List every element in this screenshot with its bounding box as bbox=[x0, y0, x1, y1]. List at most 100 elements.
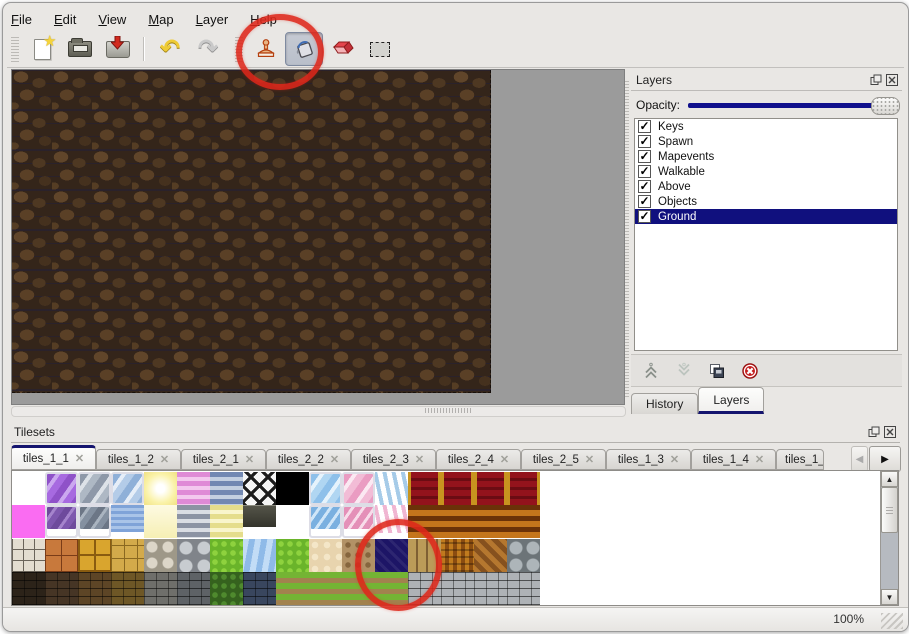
map-horizontal-scrollbar[interactable] bbox=[11, 406, 626, 417]
tab-close-icon[interactable]: ✕ bbox=[245, 453, 254, 466]
tab-close-icon[interactable]: ✕ bbox=[670, 453, 679, 466]
opacity-slider-track[interactable] bbox=[688, 103, 894, 108]
scroll-up-icon[interactable]: ▲ bbox=[881, 471, 898, 487]
tile-sign[interactable] bbox=[243, 505, 276, 538]
layer-visibility-checkbox[interactable]: ✓ bbox=[638, 135, 651, 148]
layer-row-above[interactable]: ✓Above bbox=[635, 179, 897, 194]
tile-wall-graybrick[interactable] bbox=[507, 572, 540, 605]
tile-glass-pink[interactable] bbox=[342, 472, 375, 505]
tileset-tab-tiles_2_1[interactable]: tiles_2_1✕ bbox=[181, 449, 266, 470]
tile-carpet-red[interactable] bbox=[441, 472, 474, 505]
tile-stone-white[interactable] bbox=[12, 539, 45, 572]
map-viewport[interactable] bbox=[11, 69, 625, 405]
layer-visibility-checkbox[interactable]: ✓ bbox=[638, 165, 651, 178]
layer-visibility-checkbox[interactable]: ✓ bbox=[638, 210, 651, 223]
tileset-tab-tiles_1_3[interactable]: tiles_1_3✕ bbox=[606, 449, 691, 470]
tab-close-icon[interactable]: ✕ bbox=[75, 452, 84, 465]
tab-close-icon[interactable]: ✕ bbox=[755, 453, 764, 466]
resize-grip[interactable] bbox=[881, 613, 903, 629]
tile-grass-path[interactable] bbox=[375, 572, 408, 605]
tab-layers[interactable]: Layers bbox=[698, 387, 764, 414]
tile-wall-verydark[interactable] bbox=[12, 572, 45, 605]
tile-grass-path[interactable] bbox=[342, 572, 375, 605]
tile-wall-graybrick[interactable] bbox=[441, 572, 474, 605]
redo-button[interactable]: ↷ bbox=[189, 32, 227, 66]
tile-stripes-pink[interactable] bbox=[177, 472, 210, 505]
tile-grass[interactable] bbox=[276, 539, 309, 572]
tile-glass-purple[interactable] bbox=[45, 472, 78, 505]
tab-history[interactable]: History bbox=[631, 393, 698, 414]
tile-wall-graystone[interactable] bbox=[144, 572, 177, 605]
layer-row-walkable[interactable]: ✓Walkable bbox=[635, 164, 897, 179]
tile-herringbone[interactable] bbox=[474, 539, 507, 572]
rect-select-tool-button[interactable] bbox=[361, 32, 399, 66]
tile-carpet-orange[interactable] bbox=[441, 505, 474, 538]
tile-wall-brown[interactable] bbox=[78, 572, 111, 605]
tile-glass-pink2[interactable] bbox=[342, 505, 375, 538]
tile-tiles-orange[interactable] bbox=[45, 539, 78, 572]
tile-stripes-gray[interactable] bbox=[177, 505, 210, 538]
tile-hedge[interactable] bbox=[210, 572, 243, 605]
menu-item-map[interactable]: Map bbox=[148, 12, 173, 27]
layer-visibility-checkbox[interactable]: ✓ bbox=[638, 195, 651, 208]
tile-dirt[interactable] bbox=[342, 539, 375, 572]
tile-carpet-orange[interactable] bbox=[408, 505, 441, 538]
tile-carpet-red[interactable] bbox=[408, 472, 441, 505]
new-file-button[interactable]: ★ bbox=[23, 32, 61, 66]
layer-row-ground[interactable]: ✓Ground bbox=[635, 209, 897, 224]
tile-carpet-orange[interactable] bbox=[507, 505, 540, 538]
tileset-tab-tiles_1_1[interactable]: tiles_1_1✕ bbox=[11, 445, 96, 470]
close-panel-icon[interactable] bbox=[885, 73, 898, 86]
tile-magenta[interactable] bbox=[12, 505, 45, 538]
tileset-tab-tiles_2_2[interactable]: tiles_2_2✕ bbox=[266, 449, 351, 470]
tile-rocks[interactable] bbox=[507, 539, 540, 572]
tileset-tab-tiles_1[interactable]: tiles_1_ bbox=[776, 449, 824, 470]
float-panel-icon[interactable] bbox=[869, 73, 882, 86]
layer-row-keys[interactable]: ✓Keys bbox=[635, 119, 897, 134]
tile-empty[interactable] bbox=[12, 472, 45, 505]
map-hscroll-thumb[interactable] bbox=[425, 408, 473, 413]
tile-glass-lightblue2[interactable] bbox=[309, 505, 342, 538]
move-layer-up-button[interactable] bbox=[641, 361, 661, 381]
tile-glass-gray[interactable] bbox=[78, 472, 111, 505]
tile-water-light[interactable] bbox=[243, 539, 276, 572]
dock-splitter[interactable] bbox=[625, 79, 629, 397]
tab-close-icon[interactable]: ✕ bbox=[415, 453, 424, 466]
tile-wall-blue[interactable] bbox=[243, 572, 276, 605]
map-canvas[interactable] bbox=[12, 70, 491, 393]
tile-grass-path[interactable] bbox=[276, 572, 309, 605]
tileset-tab-tiles_1_2[interactable]: tiles_1_2✕ bbox=[96, 449, 181, 470]
tile-tiles-gold[interactable] bbox=[78, 539, 111, 572]
tile-glass-lightblue[interactable] bbox=[309, 472, 342, 505]
tile-glass-blue[interactable] bbox=[111, 472, 144, 505]
tile-weave[interactable] bbox=[441, 539, 474, 572]
tab-scroll-left-icon[interactable]: ◀ bbox=[851, 446, 868, 472]
layer-row-mapevents[interactable]: ✓Mapevents bbox=[635, 149, 897, 164]
toolbar-grip[interactable] bbox=[11, 36, 19, 62]
tile-lattice[interactable] bbox=[243, 472, 276, 505]
tab-close-icon[interactable]: ✕ bbox=[160, 453, 169, 466]
menu-item-file[interactable]: File bbox=[11, 12, 32, 27]
tile-wall-graybrick[interactable] bbox=[474, 572, 507, 605]
layer-row-spawn[interactable]: ✓Spawn bbox=[635, 134, 897, 149]
tile-carpet-red[interactable] bbox=[507, 472, 540, 505]
tile-stripes-blue[interactable] bbox=[210, 472, 243, 505]
opacity-slider-handle[interactable] bbox=[871, 97, 900, 115]
tile-grass-path[interactable] bbox=[309, 572, 342, 605]
tile-wall-gray2[interactable] bbox=[177, 572, 210, 605]
open-button[interactable] bbox=[61, 32, 99, 66]
tab-close-icon[interactable]: ✕ bbox=[500, 453, 509, 466]
layer-visibility-checkbox[interactable]: ✓ bbox=[638, 180, 651, 193]
fill-tool-button[interactable] bbox=[285, 32, 323, 66]
tileset-tab-tiles_2_3[interactable]: tiles_2_3✕ bbox=[351, 449, 436, 470]
tab-scroll-right-icon[interactable]: ▶ bbox=[869, 446, 901, 472]
menu-item-help[interactable]: Help bbox=[250, 12, 277, 27]
tile-glass-gray2[interactable] bbox=[78, 505, 111, 538]
menu-item-edit[interactable]: Edit bbox=[54, 12, 76, 27]
tab-close-icon[interactable]: ✕ bbox=[585, 453, 594, 466]
tileset-tab-tiles_2_5[interactable]: tiles_2_5✕ bbox=[521, 449, 606, 470]
layer-row-objects[interactable]: ✓Objects bbox=[635, 194, 897, 209]
tile-glow-yellow[interactable] bbox=[144, 472, 177, 505]
tile-pale-yellow[interactable] bbox=[144, 505, 177, 538]
delete-layer-button[interactable] bbox=[740, 361, 760, 381]
